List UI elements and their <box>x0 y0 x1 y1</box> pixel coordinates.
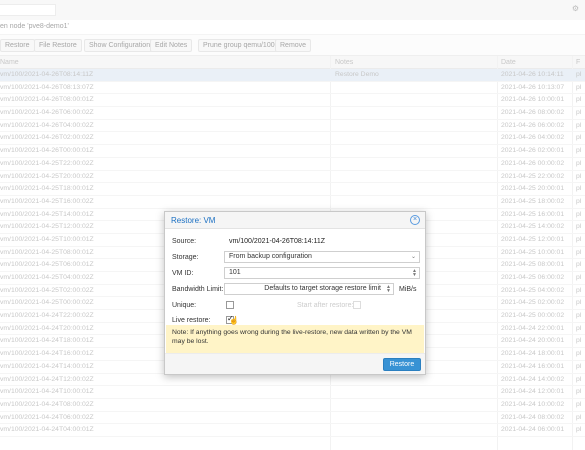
source-value: vm/100/2021-04-26T08:14:11Z <box>229 238 325 245</box>
unique-label: Unique: <box>172 302 197 309</box>
storage-select[interactable]: From backup configuration ⌄ <box>224 251 420 263</box>
bandwidth-input[interactable]: Defaults to target storage restore limit… <box>224 283 394 295</box>
vmid-label: VM ID: <box>172 270 194 277</box>
spinner-icon[interactable]: ▲ ▼ <box>386 285 391 294</box>
chevron-down-icon[interactable]: ⌄ <box>411 252 416 262</box>
bandwidth-placeholder: Defaults to target storage restore limit <box>264 285 381 292</box>
storage-label: Storage: <box>172 254 199 261</box>
vmid-value: 101 <box>229 269 241 276</box>
storage-value: From backup configuration <box>229 253 312 260</box>
dialog-title: Restore: VM <box>171 216 216 225</box>
source-label: Source: <box>172 238 197 245</box>
start-after-restore-label: Start after restore: <box>297 302 354 309</box>
start-after-restore-checkbox[interactable] <box>353 301 361 309</box>
spinner-icon[interactable]: ▲ ▼ <box>412 269 417 278</box>
bandwidth-label: Bandwidth Limit: <box>172 286 224 293</box>
live-restore-note: Note: If anything goes wrong during the … <box>166 325 424 353</box>
close-icon[interactable]: × <box>410 215 420 225</box>
restore-vm-dialog: Restore: VM × Source: vm/100/2021-04-26T… <box>164 211 426 375</box>
vmid-input[interactable]: 101 ▲ ▼ <box>224 267 420 279</box>
live-restore-label: Live restore: <box>172 317 211 324</box>
unique-checkbox[interactable] <box>226 301 234 309</box>
restore-button[interactable]: Restore <box>383 358 421 371</box>
bandwidth-unit: MiB/s <box>399 286 417 293</box>
dialog-footer: Restore <box>165 353 425 374</box>
dialog-header: Restore: VM × <box>165 212 425 229</box>
mouse-cursor-icon: ☝ <box>229 316 239 325</box>
